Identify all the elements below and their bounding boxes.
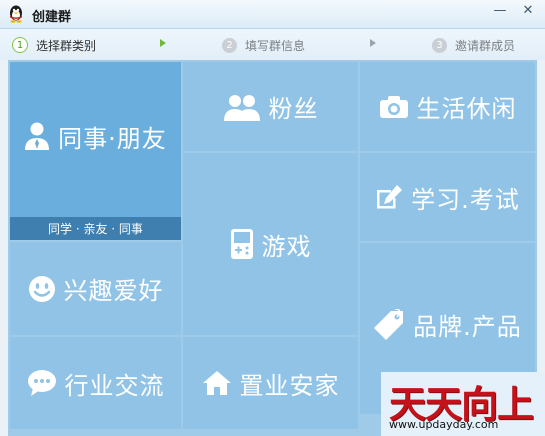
- step-fill-info: 2 填写群信息: [222, 36, 305, 54]
- chat-bubble-icon: [27, 369, 57, 397]
- frame-left: [0, 60, 8, 436]
- tile-label: 同事·朋友: [58, 124, 167, 153]
- step-select-category: 1 选择群类别: [12, 36, 96, 54]
- watermark-url: www.updayday.com: [389, 418, 499, 431]
- category-tile-colleagues[interactable]: 同事·朋友 同学 · 亲友 · 同事: [10, 62, 181, 240]
- close-button[interactable]: ✕: [514, 0, 542, 20]
- step-label: 填写群信息: [245, 38, 306, 53]
- step-label: 邀请群成员: [455, 38, 516, 53]
- gamepad-icon: [230, 228, 254, 260]
- tile-label: 游戏: [261, 232, 312, 261]
- title-bar: 创建群 — ✕: [0, 0, 545, 29]
- step-arrow-icon: [160, 39, 166, 47]
- person-icon: [24, 121, 50, 151]
- category-tile-study[interactable]: 学习.考试: [360, 153, 535, 241]
- wizard-steps: 1 选择群类别 2 填写群信息 3 邀请群成员: [0, 29, 545, 60]
- step-number: 1: [12, 37, 28, 53]
- category-tile-industry[interactable]: 行业交流: [10, 337, 181, 429]
- pencil-edit-icon: [375, 184, 403, 210]
- step-number: 3: [432, 37, 447, 53]
- tile-label: 品牌.产品: [413, 313, 522, 341]
- window-title: 创建群: [32, 10, 72, 25]
- tile-label: 粉丝: [268, 95, 319, 123]
- tag-icon: [373, 308, 405, 341]
- tile-label: 生活休闲: [416, 95, 517, 123]
- people-icon: [223, 93, 261, 121]
- step-invite-members: 3 邀请群成员: [432, 36, 515, 54]
- tile-label: 兴趣爱好: [63, 277, 164, 305]
- step-number: 2: [222, 37, 237, 53]
- close-icon: ✕: [522, 2, 534, 18]
- minimize-icon: —: [493, 2, 507, 18]
- minimize-button[interactable]: —: [486, 0, 514, 20]
- category-tile-hobbies[interactable]: 兴趣爱好: [10, 242, 181, 335]
- category-tile-fans[interactable]: 粉丝: [183, 62, 358, 151]
- category-tile-games[interactable]: 游戏: [183, 153, 358, 335]
- category-tile-life[interactable]: 生活休闲: [360, 62, 535, 151]
- tile-subcaption: 同学 · 亲友 · 同事: [10, 217, 181, 240]
- tile-label: 置业安家: [239, 371, 340, 400]
- tile-label: 行业交流: [64, 371, 165, 400]
- step-label: 选择群类别: [36, 38, 97, 53]
- camera-icon: [379, 95, 409, 119]
- tile-label: 学习.考试: [411, 185, 520, 214]
- qq-penguin-icon: [10, 5, 22, 23]
- house-icon: [202, 370, 232, 396]
- site-watermark: 天天向上 www.updayday.com: [381, 372, 545, 436]
- smiley-icon: [28, 275, 56, 303]
- category-tile-realestate[interactable]: 置业安家: [183, 337, 358, 429]
- step-arrow-icon: [370, 39, 376, 47]
